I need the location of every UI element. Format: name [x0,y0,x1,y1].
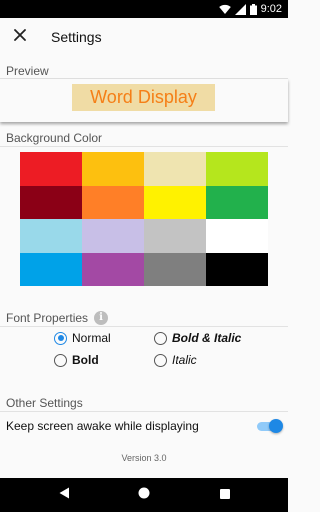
status-time: 9:02 [260,3,282,15]
divider [0,146,288,147]
info-icon[interactable]: i [94,311,109,325]
color-swatch[interactable] [144,252,206,286]
font-bold-italic-radio[interactable]: Bold & Italic [154,331,241,345]
color-swatch[interactable] [144,219,206,253]
home-icon [138,486,150,504]
keep-awake-toggle[interactable] [257,419,283,433]
back-icon [59,486,70,504]
back-button[interactable] [56,487,72,503]
radio-checked-icon [54,331,67,345]
color-swatch[interactable] [20,152,82,186]
preview-header: Preview [6,64,49,78]
app-bar: Settings [0,18,288,58]
font-italic-radio[interactable]: Italic [154,353,197,367]
version-label: Version 3.0 [121,453,167,463]
color-swatch[interactable] [82,185,144,219]
toggle-thumb [269,419,283,433]
divider [0,326,288,327]
color-swatch[interactable] [82,152,144,186]
battery-icon [249,3,257,15]
color-swatch[interactable] [206,252,268,286]
navigation-bar [0,478,288,512]
font-italic-label: Italic [172,353,197,367]
font-properties-label: Font Properties [6,311,89,325]
recents-icon [220,486,230,504]
recents-button[interactable] [217,487,233,503]
status-icons: 9:02 [218,2,282,16]
font-normal-radio[interactable]: Normal [54,331,111,345]
background-color-header: Background Color [6,131,103,145]
preview-word: Word Display [72,84,215,111]
radio-unchecked-icon [154,353,167,367]
font-bold-radio[interactable]: Bold [54,353,99,367]
other-settings-header: Other Settings [6,396,83,410]
color-swatch[interactable] [20,252,82,286]
color-swatch[interactable] [206,185,268,219]
font-properties-header: Font Properties i [6,311,109,325]
color-swatch[interactable] [82,252,144,286]
color-swatch[interactable] [20,219,82,253]
color-palette [20,152,268,286]
keep-awake-label: Keep screen awake while displaying [6,419,199,433]
signal-icon [234,3,246,15]
close-icon [14,28,26,46]
home-button[interactable] [136,487,152,503]
font-bold-label: Bold [72,353,99,367]
wifi-icon [218,4,231,15]
preview-area: Word Display [0,79,288,122]
color-swatch[interactable] [144,185,206,219]
divider [0,411,288,412]
close-button[interactable] [9,26,31,48]
color-swatch[interactable] [82,219,144,253]
radio-unchecked-icon [154,331,167,345]
color-swatch[interactable] [144,152,206,186]
page-title: Settings [51,29,102,45]
color-swatch[interactable] [206,152,268,186]
font-bold-italic-label: Bold & Italic [172,331,242,345]
status-bar: 9:02 [0,0,288,18]
color-swatch[interactable] [20,185,82,219]
color-swatch[interactable] [206,219,268,253]
radio-unchecked-icon [54,353,67,367]
font-normal-label: Normal [72,331,111,345]
